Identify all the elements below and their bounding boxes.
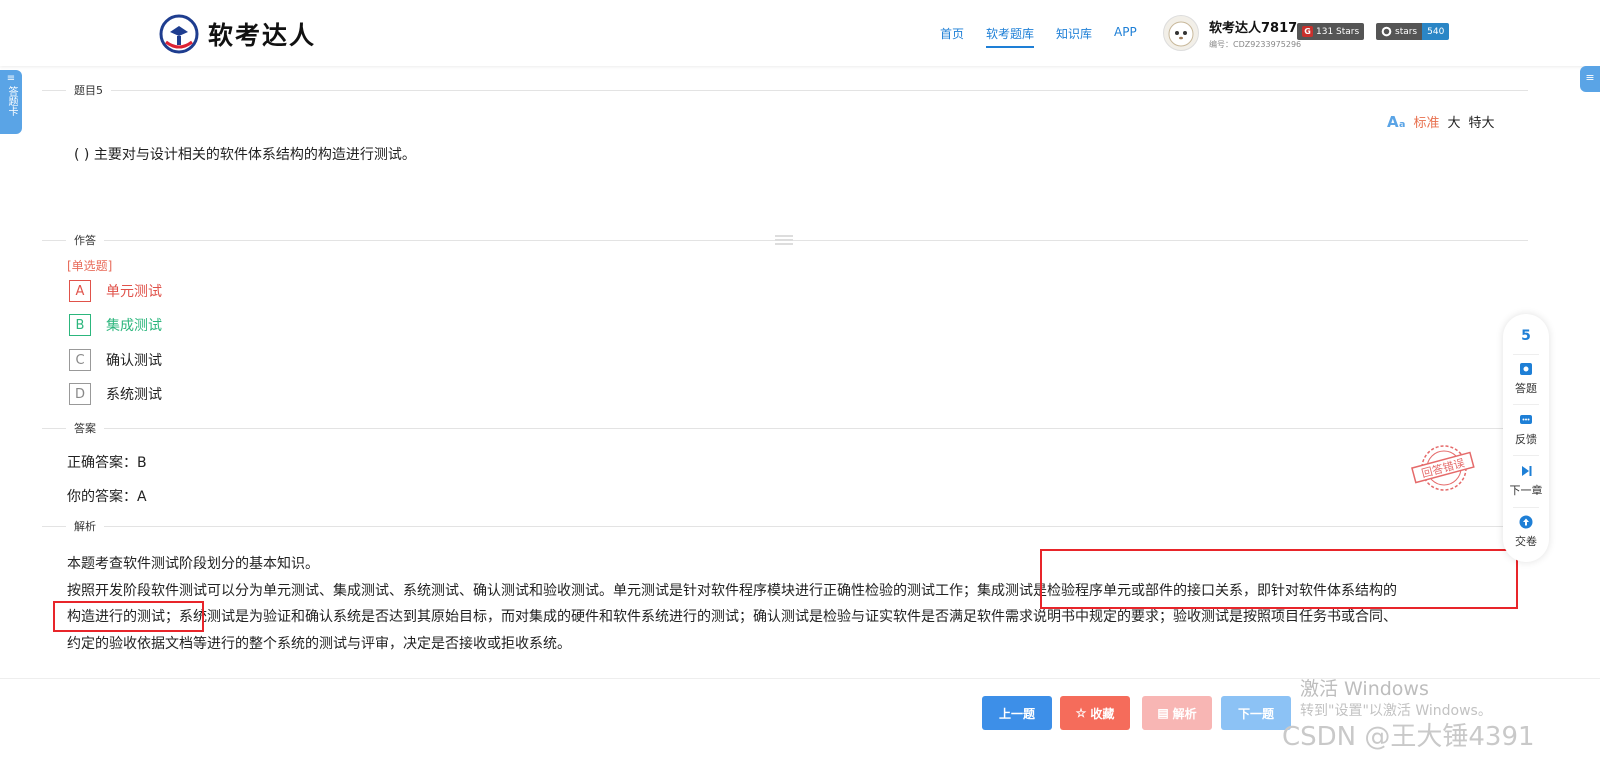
option-text: 集成测试 — [106, 318, 162, 334]
prev-question-button[interactable]: 上一题 — [982, 696, 1052, 730]
highlight-box — [53, 601, 204, 632]
nav-app[interactable]: APP — [1114, 25, 1137, 42]
section-label-question: 题目5 — [66, 82, 111, 98]
logo-text: 软考达人 — [208, 21, 317, 50]
main-nav: 首页 软考题库 知识库 APP — [940, 25, 1137, 48]
feedback-button[interactable]: 反馈 — [1503, 413, 1549, 447]
correct-answer: 正确答案：B — [67, 455, 147, 471]
answer-sheet-button[interactable]: 答题 — [1503, 362, 1549, 396]
font-size-switcher: Aₐ 标准 大 特大 — [1387, 112, 1495, 132]
user-info[interactable]: 软考达人7817 编号：CDZ9233975296 — [1163, 15, 1301, 51]
avatar-image — [1168, 21, 1194, 47]
question-text: ( ) 主要对与设计相关的软件体系结构的构造进行测试。 — [74, 147, 416, 163]
github-icon — [1381, 26, 1392, 37]
nav-question-bank[interactable]: 软考题库 — [986, 25, 1035, 48]
github-stars-badge[interactable]: stars 540 — [1376, 23, 1450, 40]
option-text: 单元测试 — [106, 284, 162, 300]
option-text: 确认测试 — [106, 353, 162, 369]
submit-exam-button[interactable]: 交卷 — [1503, 515, 1549, 549]
user-code: 编号：CDZ9233975296 — [1209, 39, 1302, 49]
highlight-box — [1040, 549, 1518, 609]
windows-activation-title: 激活 Windows — [1300, 678, 1429, 700]
option-text: 系统测试 — [106, 387, 162, 403]
question-type: [单选题] — [67, 259, 113, 273]
analysis-button[interactable]: ▤ 解析 — [1142, 696, 1212, 730]
next-question-button[interactable]: 下一题 — [1221, 696, 1291, 730]
option-c[interactable]: C 确认测试 — [69, 349, 162, 371]
your-answer: 你的答案：A — [67, 489, 147, 505]
option-letter: B — [69, 314, 91, 336]
nav-home[interactable]: 首页 — [940, 25, 964, 42]
question-number: 5 — [1521, 328, 1531, 344]
gitee-stars-badge[interactable]: G 131 Stars — [1297, 23, 1365, 40]
favorite-button[interactable]: ☆ 收藏 — [1060, 696, 1130, 730]
drag-handle-icon[interactable] — [775, 234, 793, 246]
csdn-watermark: CSDN @王大锤4391 — [1282, 722, 1535, 752]
section-divider — [42, 428, 1528, 429]
section-label-result: 答案 — [66, 420, 104, 436]
answer-sheet-icon — [1520, 363, 1532, 375]
right-menu-tab[interactable]: ≡ — [1580, 66, 1600, 92]
section-divider — [42, 90, 1528, 91]
site-logo[interactable]: 软考达人 — [158, 14, 316, 54]
feedback-icon — [1520, 415, 1532, 424]
logo-emblem-icon — [159, 14, 199, 54]
wrong-answer-stamp: 回答错误 — [1411, 445, 1475, 491]
font-size-large[interactable]: 大 — [1448, 112, 1461, 131]
section-divider — [42, 526, 1528, 527]
submit-icon — [1519, 515, 1533, 529]
user-name: 软考达人7817 — [1209, 20, 1298, 36]
section-label-analysis: 解析 — [66, 518, 104, 534]
font-size-icon: Aₐ — [1387, 112, 1406, 131]
top-header: 软考达人 首页 软考题库 知识库 APP 软考达人7817 编号：CDZ9233… — [0, 0, 1600, 66]
nav-knowledge-base[interactable]: 知识库 — [1056, 25, 1092, 42]
section-label-answer: 作答 — [66, 232, 104, 248]
option-a[interactable]: A 单元测试 — [69, 280, 162, 302]
option-letter: D — [69, 383, 91, 405]
menu-icon: ≡ — [6, 73, 16, 84]
answer-card-label: 答题卡 — [6, 86, 17, 116]
option-b[interactable]: B 集成测试 — [69, 314, 162, 336]
answer-card-tab[interactable]: ≡ 答题卡 — [0, 70, 22, 134]
font-size-standard[interactable]: 标准 — [1413, 112, 1439, 131]
next-chapter-button[interactable]: 下一章 — [1503, 464, 1549, 498]
next-chapter-icon — [1522, 466, 1532, 476]
avatar[interactable] — [1163, 15, 1199, 51]
font-size-xlarge[interactable]: 特大 — [1469, 112, 1495, 131]
option-letter: C — [69, 349, 91, 371]
analysis-line: 约定的验收依据文档等进行的整个系统的测试与评审，决定是否接收或拒收系统。 — [67, 635, 571, 652]
document-icon: ▤ — [1157, 706, 1169, 720]
option-d[interactable]: D 系统测试 — [69, 383, 162, 405]
option-letter: A — [69, 280, 91, 302]
menu-icon: ≡ — [1585, 71, 1595, 84]
star-icon: ☆ — [1075, 706, 1087, 720]
gitee-icon: G — [1302, 26, 1313, 37]
right-tool-panel: 5 答题 反馈 下一章 交卷 — [1503, 314, 1549, 562]
